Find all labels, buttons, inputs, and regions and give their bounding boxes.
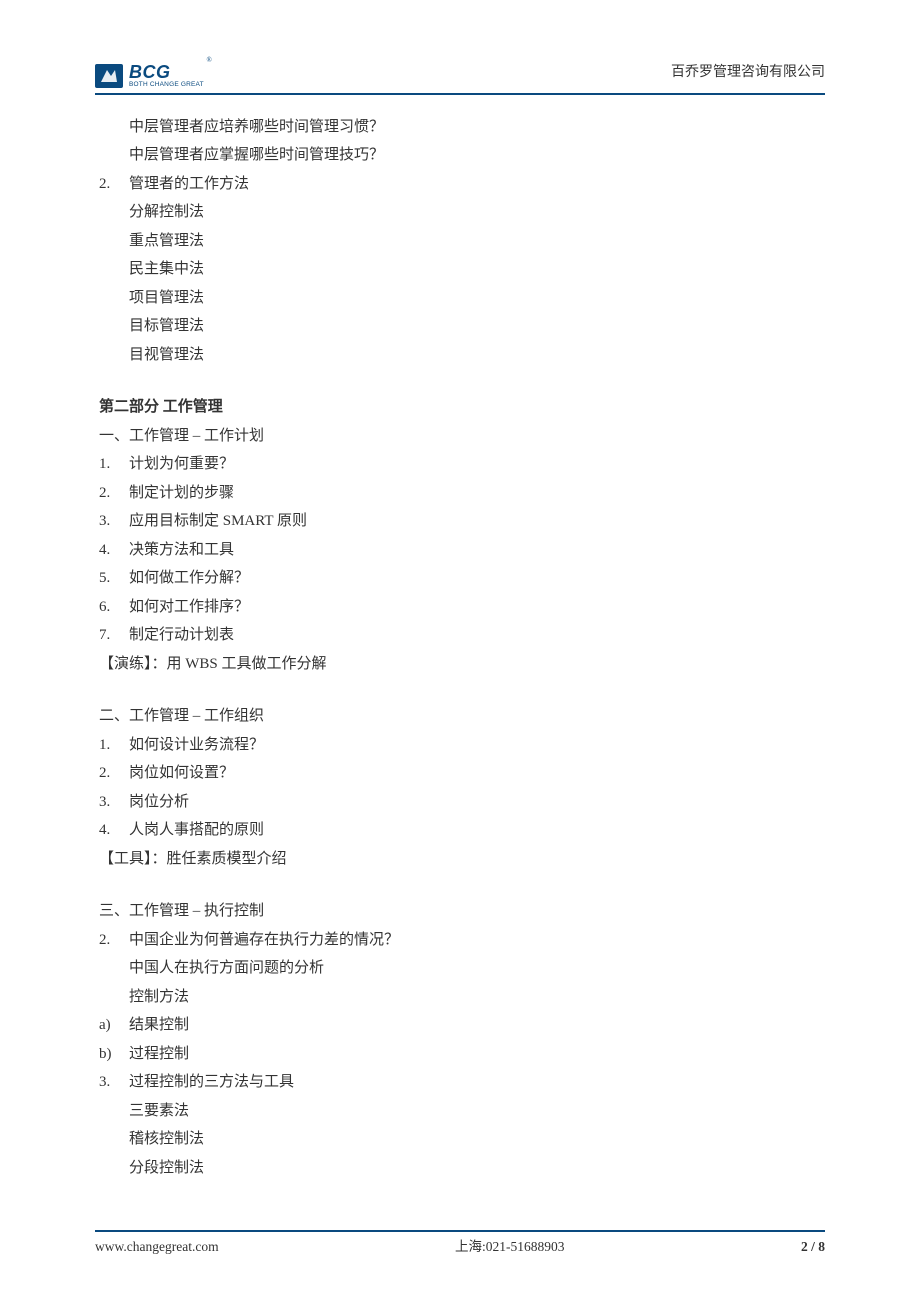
logo-mark-icon: [95, 64, 123, 88]
subsection-title: 三、工作管理 – 执行控制: [99, 897, 825, 926]
list-item: 2.岗位如何设置？: [99, 759, 825, 788]
footer-pager: 2 / 8: [801, 1234, 825, 1260]
list-number: 1.: [99, 450, 129, 479]
footer-url: www.changegreat.com: [95, 1234, 219, 1260]
text-line: 三要素法: [99, 1097, 825, 1126]
list-item: 5.如何做工作分解？: [99, 564, 825, 593]
page-sep: /: [808, 1239, 819, 1254]
list-text: 如何做工作分解？: [129, 570, 249, 586]
text-line: 稽核控制法: [99, 1125, 825, 1154]
text-line: 中国人在执行方面问题的分析: [99, 954, 825, 983]
list-text: 如何对工作排序？: [129, 599, 249, 615]
note-line: 【工具】：胜任素质模型介绍: [99, 845, 825, 874]
footer-contact: 上海:021-51688903: [455, 1234, 565, 1260]
list-text: 决策方法和工具: [129, 542, 234, 558]
list-item: 6.如何对工作排序？: [99, 593, 825, 622]
list-number: 4.: [99, 816, 129, 845]
logo-text: BCG ® BOTH CHANGE GREAT: [129, 63, 204, 89]
list-number: 3.: [99, 788, 129, 817]
list-item: 2.中国企业为何普遍存在执行力差的情况？: [99, 926, 825, 955]
text-line: 民主集中法: [99, 255, 825, 284]
list-number: 4.: [99, 536, 129, 565]
list-text: 管理者的工作方法: [129, 176, 249, 192]
list-text: 岗位分析: [129, 794, 189, 810]
list-number: 7.: [99, 621, 129, 650]
list-number: b): [99, 1040, 129, 1069]
list-number: 6.: [99, 593, 129, 622]
list-item: 3.应用目标制定 SMART 原则: [99, 507, 825, 536]
list-item: 4.决策方法和工具: [99, 536, 825, 565]
list-text: 应用目标制定 SMART 原则: [129, 513, 307, 529]
company-name: 百乔罗管理咨询有限公司: [671, 60, 825, 89]
list-text: 结果控制: [129, 1017, 189, 1033]
list-number: 2.: [99, 759, 129, 788]
text-line: 分段控制法: [99, 1154, 825, 1183]
list-number: 2.: [99, 479, 129, 508]
text-line: 中层管理者应培养哪些时间管理习惯？: [99, 113, 825, 142]
list-number: 3.: [99, 1068, 129, 1097]
list-number: a): [99, 1011, 129, 1040]
list-text: 如何设计业务流程？: [129, 737, 264, 753]
note-line: 【演练】：用 WBS 工具做工作分解: [99, 650, 825, 679]
document-page: BCG ® BOTH CHANGE GREAT 百乔罗管理咨询有限公司 中层管理…: [0, 0, 920, 1262]
list-item: 1.计划为何重要？: [99, 450, 825, 479]
list-text: 过程控制: [129, 1046, 189, 1062]
text-line: 控制方法: [99, 983, 825, 1012]
list-item: 7.制定行动计划表: [99, 621, 825, 650]
logo-block: BCG ® BOTH CHANGE GREAT: [95, 63, 204, 89]
list-text: 人岗人事搭配的原则: [129, 822, 264, 838]
page-footer: www.changegreat.com 上海:021-51688903 2 / …: [95, 1230, 825, 1260]
list-text: 中国企业为何普遍存在执行力差的情况？: [129, 932, 399, 948]
list-number: 1.: [99, 731, 129, 760]
list-item: 2.管理者的工作方法: [99, 170, 825, 199]
text-line: 重点管理法: [99, 227, 825, 256]
list-item: 1.如何设计业务流程？: [99, 731, 825, 760]
subsection-title: 二、工作管理 – 工作组织: [99, 702, 825, 731]
list-item: 2.制定计划的步骤: [99, 479, 825, 508]
document-body: 中层管理者应培养哪些时间管理习惯？ 中层管理者应掌握哪些时间管理技巧？ 2.管理…: [95, 113, 825, 1183]
list-item: 3.过程控制的三方法与工具: [99, 1068, 825, 1097]
page-total: 8: [818, 1239, 825, 1254]
list-text: 制定计划的步骤: [129, 485, 234, 501]
text-line: 目视管理法: [99, 341, 825, 370]
list-number: 2.: [99, 170, 129, 199]
subsection-title: 一、工作管理 – 工作计划: [99, 422, 825, 451]
list-number: 2.: [99, 926, 129, 955]
list-item: b)过程控制: [99, 1040, 825, 1069]
list-item: 3.岗位分析: [99, 788, 825, 817]
page-header: BCG ® BOTH CHANGE GREAT 百乔罗管理咨询有限公司: [95, 60, 825, 95]
text-line: 目标管理法: [99, 312, 825, 341]
list-number: 3.: [99, 507, 129, 536]
list-text: 制定行动计划表: [129, 627, 234, 643]
registered-mark-icon: ®: [206, 57, 211, 64]
text-line: 分解控制法: [99, 198, 825, 227]
section-heading: 第二部分 工作管理: [99, 393, 825, 422]
logo-top: BCG: [129, 63, 204, 81]
list-item: a)结果控制: [99, 1011, 825, 1040]
text-line: 项目管理法: [99, 284, 825, 313]
list-number: 5.: [99, 564, 129, 593]
list-item: 4.人岗人事搭配的原则: [99, 816, 825, 845]
text-line: 中层管理者应掌握哪些时间管理技巧？: [99, 141, 825, 170]
list-text: 计划为何重要？: [129, 456, 234, 472]
logo-sub: BOTH CHANGE GREAT: [129, 82, 204, 89]
list-text: 过程控制的三方法与工具: [129, 1074, 294, 1090]
list-text: 岗位如何设置？: [129, 765, 234, 781]
page-current: 2: [801, 1239, 808, 1254]
